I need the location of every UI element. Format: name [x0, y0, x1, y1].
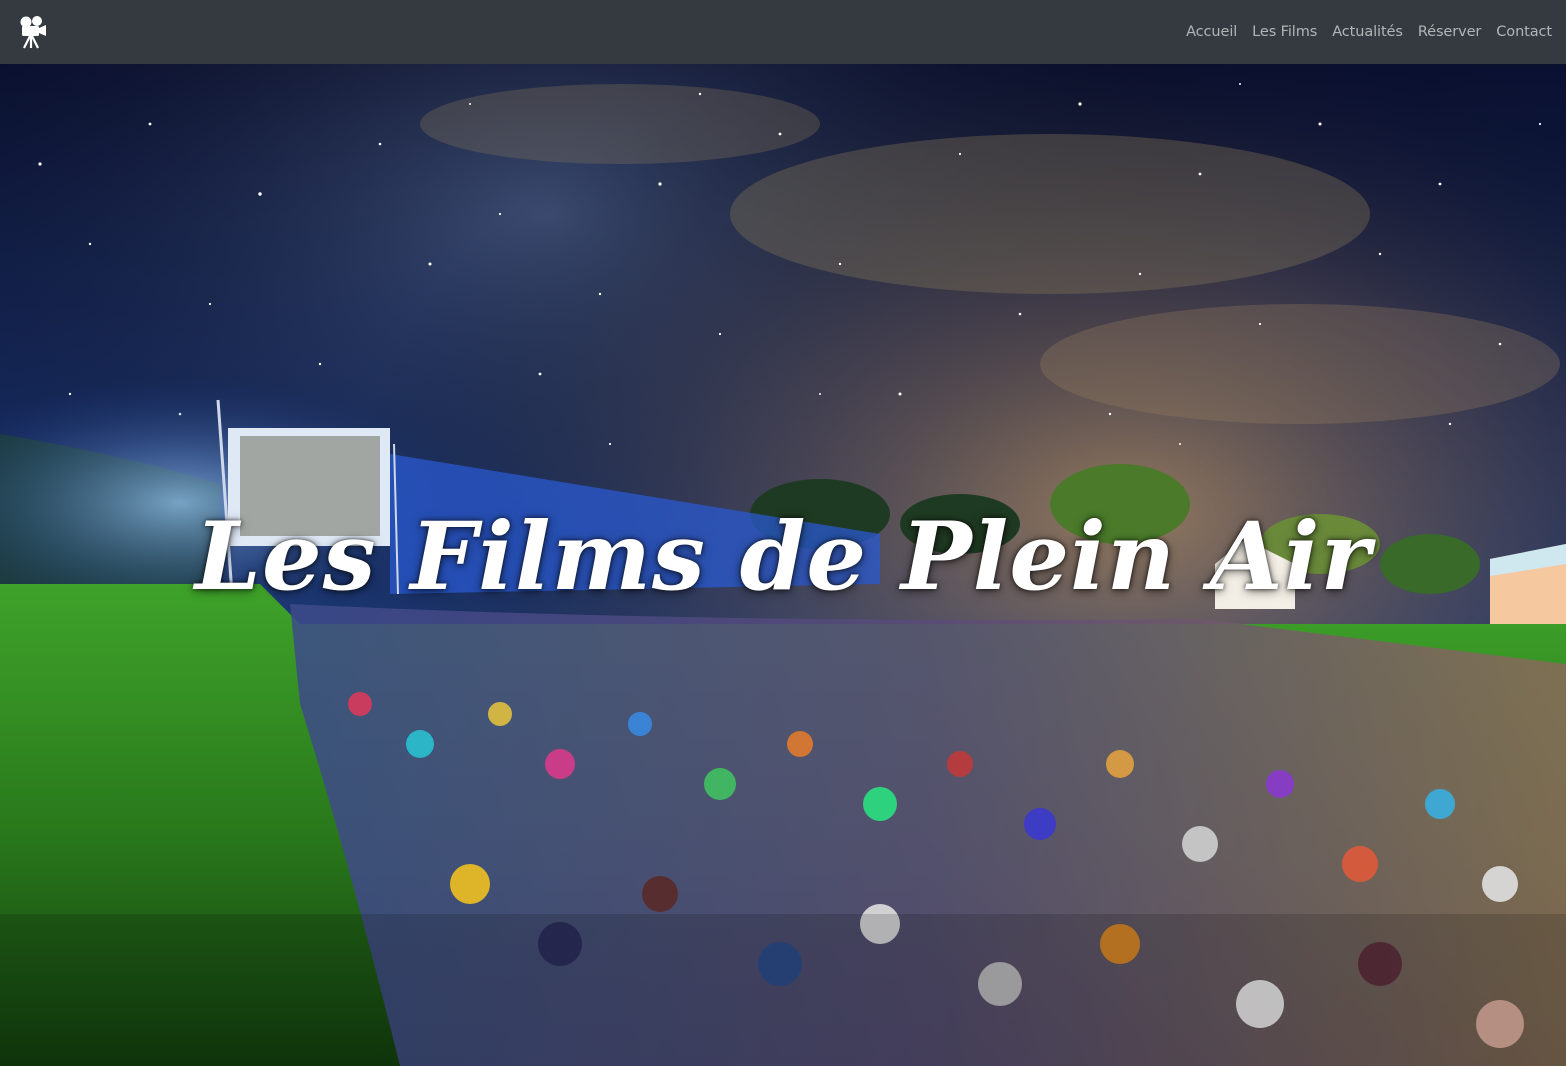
movie-camera-icon — [20, 16, 46, 49]
nav-link-actualites[interactable]: Actualités — [1332, 24, 1403, 40]
nav-link-contact[interactable]: Contact — [1496, 24, 1552, 40]
nav-link-reserver[interactable]: Réserver — [1418, 24, 1482, 40]
nav-links: Accueil Les Films Actualités Réserver Co… — [1171, 24, 1552, 40]
nav-link-les-films[interactable]: Les Films — [1252, 24, 1317, 40]
navbar: Accueil Les Films Actualités Réserver Co… — [0, 0, 1566, 64]
hero-section: Les Films de Plein Air — [0, 64, 1566, 1066]
brand-link[interactable] — [18, 15, 48, 49]
nav-link-accueil[interactable]: Accueil — [1186, 24, 1237, 40]
hero-title: Les Films de Plein Air — [194, 502, 1372, 612]
